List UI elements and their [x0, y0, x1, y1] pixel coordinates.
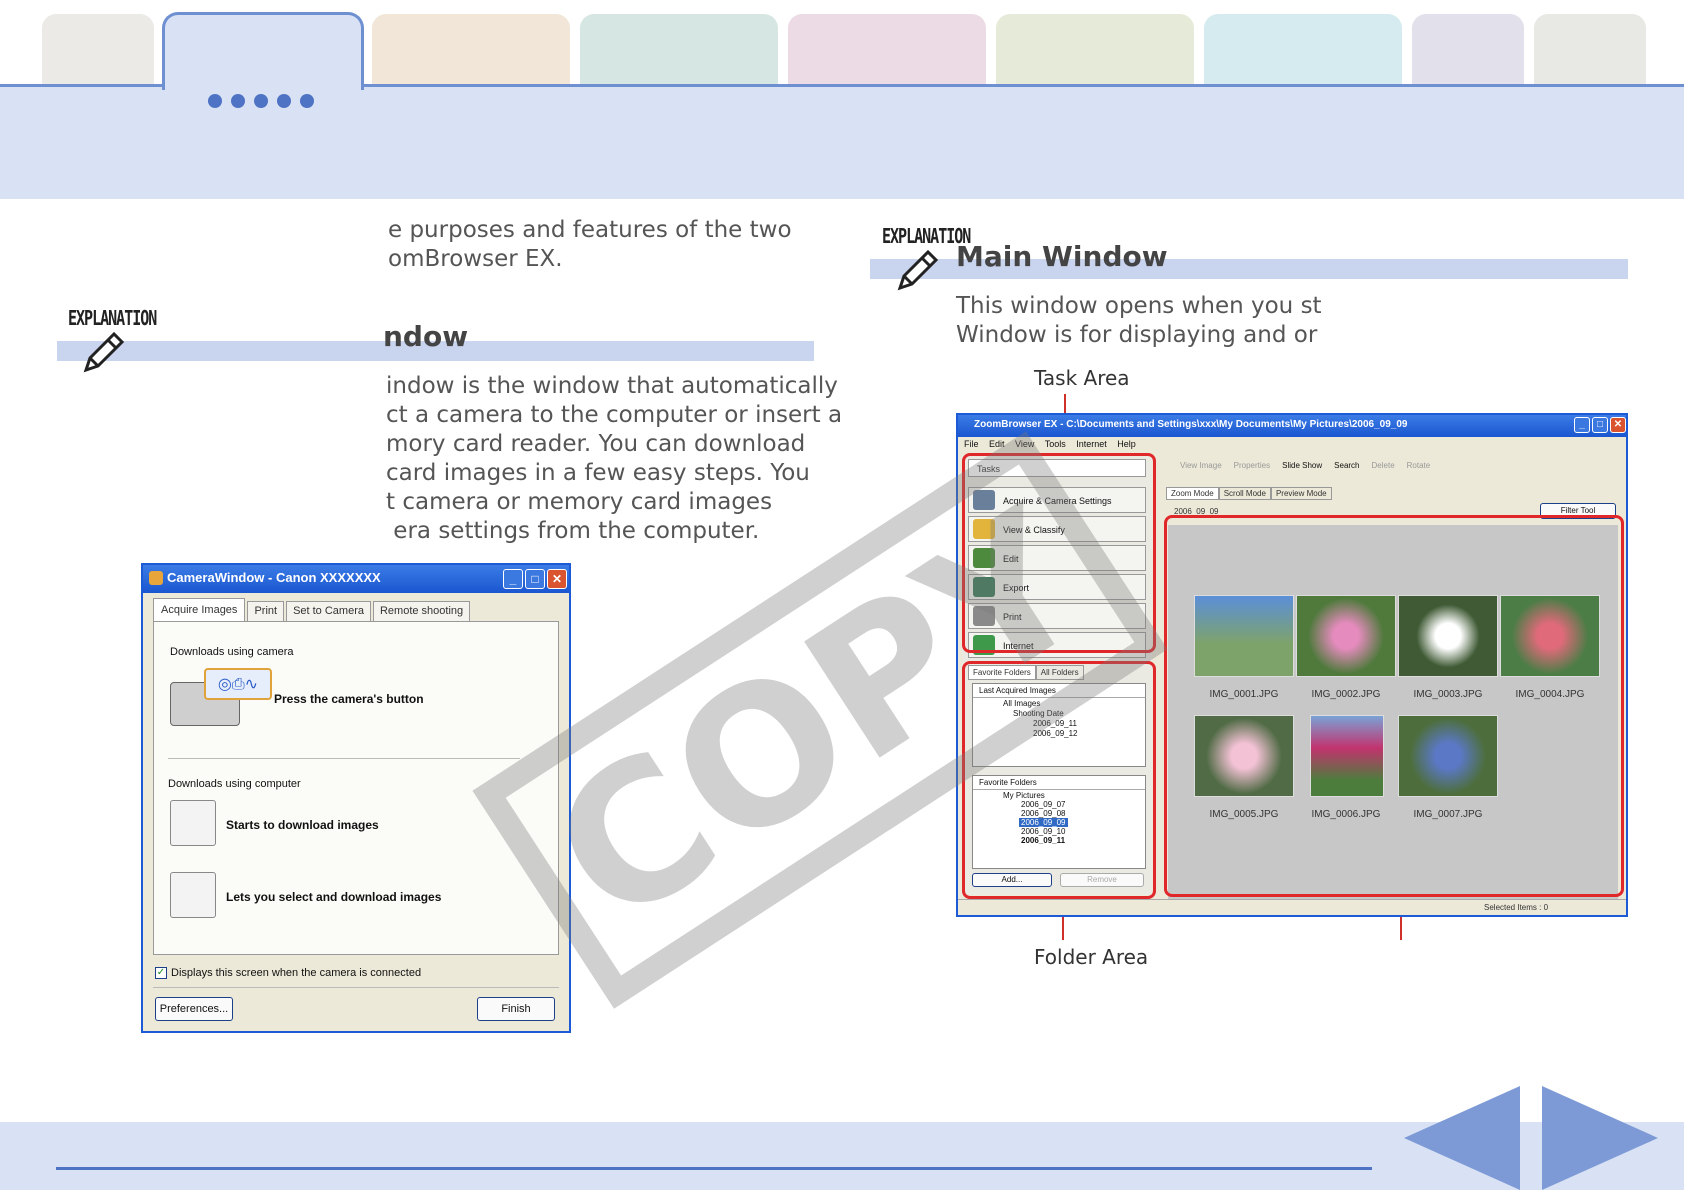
previous-page-arrow-icon[interactable] [1404, 1086, 1520, 1190]
footer-line [56, 1167, 1372, 1170]
camerawindow-description: indow is the window that automatically c… [386, 373, 843, 544]
menu-bar[interactable]: File Edit View Tools Internet Help [964, 439, 1136, 449]
preferences-button[interactable]: Preferences... [155, 997, 233, 1021]
download-images-button[interactable]: Starts to download images [226, 818, 379, 832]
nav-tab-4[interactable] [580, 14, 778, 84]
nav-tab-5[interactable] [788, 14, 986, 84]
tab-zoom-mode[interactable]: Zoom Mode [1166, 487, 1219, 500]
pencil-icon [897, 249, 939, 291]
properties-button[interactable]: Properties [1234, 461, 1270, 477]
section-label: Downloads using camera [170, 646, 294, 658]
nav-tab-6[interactable] [996, 14, 1194, 84]
view-image-button[interactable]: View Image [1180, 461, 1222, 477]
finish-button[interactable]: Finish [477, 997, 555, 1021]
maximize-icon[interactable]: □ [1592, 417, 1608, 433]
manual-page: e purposes and features of the two omBro… [0, 0, 1684, 1190]
intro-text: e purposes and features of the two omBro… [388, 217, 792, 272]
show-on-connect-checkbox[interactable]: ✓ [155, 967, 167, 979]
camerawindow-tabs: Acquire Images Print Set to Camera Remot… [153, 598, 472, 621]
nav-tab-9[interactable] [1534, 14, 1646, 84]
task-area-callout: Task Area [1034, 366, 1130, 390]
tab-remote-shooting[interactable]: Remote shooting [372, 601, 471, 621]
status-bar: Selected Items : 0 [958, 899, 1626, 915]
download-images-icon[interactable] [170, 800, 216, 846]
camerawindow-heading: ndow [383, 320, 469, 353]
main-window-description: This window opens when you st Window is … [956, 293, 1322, 348]
show-on-connect-label: Displays this screen when the camera is … [171, 967, 422, 979]
camera-button-icon: ◎⎙∿ [204, 668, 272, 700]
delete-button[interactable]: Delete [1372, 461, 1395, 477]
zoombrowser-titlebar: ZoomBrowser EX - C:\Documents and Settin… [958, 415, 1626, 437]
mode-tabs: Zoom Mode Scroll Mode Preview Mode [1166, 487, 1332, 500]
tab-preview-mode[interactable]: Preview Mode [1270, 487, 1332, 500]
nav-tab-7[interactable] [1204, 14, 1402, 84]
tab-acquire-images[interactable]: Acquire Images [153, 598, 246, 621]
tab-print[interactable]: Print [247, 601, 285, 621]
select-download-icon[interactable] [170, 872, 216, 918]
maximize-icon[interactable]: □ [525, 569, 545, 589]
pencil-icon [83, 331, 125, 373]
nav-tab-8[interactable] [1412, 14, 1524, 84]
close-icon[interactable]: ✕ [547, 569, 567, 589]
next-page-arrow-icon[interactable] [1542, 1086, 1658, 1190]
minimize-icon[interactable]: _ [1574, 417, 1590, 433]
toolbar: View Image Properties Slide Show Search … [1158, 455, 1620, 477]
browser-area-highlight [1164, 515, 1624, 897]
nav-tab-active[interactable] [162, 12, 364, 90]
rotate-button[interactable]: Rotate [1407, 461, 1431, 477]
select-download-button[interactable]: Lets you select and download images [226, 890, 441, 904]
close-icon[interactable]: ✕ [1610, 417, 1626, 433]
main-window-heading: Main Window [956, 240, 1168, 273]
section-label: Downloads using computer [168, 778, 301, 790]
tab-scroll-mode[interactable]: Scroll Mode [1218, 487, 1271, 500]
camerawindow-titlebar: CameraWindow - Canon XXXXXXX _ □ ✕ [143, 565, 569, 593]
press-button-label: Press the camera's button [274, 692, 424, 706]
tab-set-to-camera[interactable]: Set to Camera [286, 601, 371, 621]
folder-area-callout: Folder Area [1034, 945, 1149, 969]
nav-tab-3[interactable] [372, 14, 570, 84]
nav-tab-1[interactable] [42, 14, 154, 84]
section-dots [208, 94, 314, 108]
app-icon [149, 571, 163, 585]
minimize-icon[interactable]: _ [503, 569, 523, 589]
search-button[interactable]: Search [1334, 461, 1359, 477]
slide-show-button[interactable]: Slide Show [1282, 461, 1322, 477]
